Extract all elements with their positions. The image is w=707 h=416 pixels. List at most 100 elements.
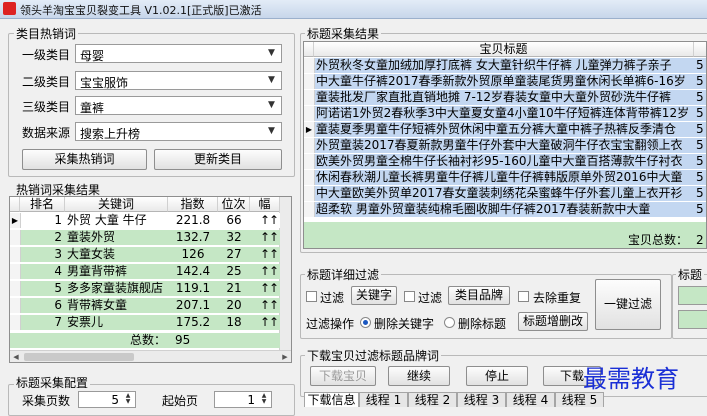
start-page-spinner[interactable]: 1 ▲ ▼ bbox=[214, 391, 272, 408]
hotword-row[interactable]: 2 童装外贸 132.7 32 ↑ ↑ bbox=[10, 230, 280, 245]
pages-value: 5 bbox=[111, 393, 119, 407]
title-row[interactable]: 童装批发厂家直批直销地摊 7-12岁春装女童中大童外贸砂洗牛仔裤 5 bbox=[304, 90, 706, 105]
hotword-keyword-cell: 外贸 大童 牛仔 bbox=[67, 213, 147, 227]
source-label: 数据来源 bbox=[22, 126, 71, 140]
continue-button[interactable]: 继续 bbox=[388, 366, 450, 386]
hotword-keyword-cell: 童装外贸 bbox=[67, 230, 116, 244]
delete-keyword-radio[interactable] bbox=[360, 317, 371, 328]
hotword-pos-cell: 27 bbox=[226, 247, 242, 261]
title-cell: 超柔软 男童外贸童装纯棉毛圈收脚牛仔裤2017春装新款中大童 bbox=[316, 202, 651, 216]
hotwords-total-value: 95 bbox=[175, 333, 191, 347]
tab-download-info[interactable]: 下载信息 bbox=[304, 392, 359, 407]
hotword-row[interactable]: ▶ 1 外贸 大童 牛仔 221.8 66 ↑ ↑ bbox=[10, 213, 280, 228]
side-field-2[interactable] bbox=[678, 310, 707, 329]
current-row-arrow-icon: ▶ bbox=[304, 122, 315, 137]
title-row[interactable]: 外贸童装2017春夏新款男童牛仔外套中大童破洞牛仔衣宝宝翻领上衣 5 bbox=[304, 138, 706, 153]
spinner-arrows-icon[interactable]: ▲ ▼ bbox=[258, 393, 270, 406]
hotword-rank-cell: 6 bbox=[54, 298, 62, 312]
level3-label: 三级类目 bbox=[22, 100, 71, 114]
tab-thread-5[interactable]: 线程 5 bbox=[555, 392, 604, 407]
filter1-checkbox[interactable] bbox=[306, 291, 317, 302]
tab-thread-4[interactable]: 线程 4 bbox=[506, 392, 555, 407]
col-index[interactable]: 指数 bbox=[168, 197, 218, 212]
category-group-label: 类目热销词 bbox=[14, 25, 79, 42]
hotwords-hscroll[interactable]: ◀ ▶ bbox=[10, 350, 291, 362]
title-row[interactable]: 超柔软 男童外贸童装纯棉毛圈收脚牛仔裤2017春装新款中大童 5 bbox=[304, 202, 706, 217]
side-group-label: 标题 bbox=[676, 266, 705, 283]
col-title[interactable]: 宝贝标题 bbox=[314, 42, 694, 57]
download-group-label: 下载宝贝过滤标题品牌词 bbox=[305, 347, 442, 364]
level3-select[interactable]: 童裤 ▼ bbox=[75, 96, 282, 115]
row-indicator bbox=[304, 74, 315, 89]
level2-select[interactable]: 宝宝服饰 ▼ bbox=[75, 71, 282, 90]
hotwords-total-row: 总数： 95 bbox=[10, 333, 280, 348]
col-position[interactable]: 位次 bbox=[218, 197, 250, 212]
level1-select[interactable]: 母婴 ▼ bbox=[75, 44, 282, 63]
col-rank[interactable]: 排名 bbox=[20, 197, 65, 212]
title-row[interactable]: ▶ 童装夏季男童牛仔短裤外贸休闲中童五分裤大童中裤子热裤反季清仓 5 bbox=[304, 122, 706, 137]
hotword-row[interactable]: 7 安票儿 175.2 18 ↑ ↑ bbox=[10, 315, 280, 330]
hotword-row[interactable]: 3 大童女装 126 27 ↑ ↑ bbox=[10, 247, 280, 262]
titles-group-label: 标题采集结果 bbox=[305, 25, 382, 42]
tab-thread-2[interactable]: 线程 2 bbox=[408, 392, 457, 407]
filter2-checkbox[interactable] bbox=[404, 291, 415, 302]
chevron-down-icon[interactable]: ▼ bbox=[264, 46, 279, 61]
chevron-down-icon[interactable]: ▼ bbox=[264, 124, 279, 139]
download-items-button[interactable]: 下载宝贝 bbox=[310, 366, 376, 386]
hotword-rank-cell: 5 bbox=[54, 281, 62, 295]
col-amplitude[interactable]: 幅 bbox=[250, 197, 280, 212]
source-select[interactable]: 搜索上升榜 ▼ bbox=[75, 122, 282, 141]
title-row[interactable]: 阿诺诺1外贸2春秋季3中大童夏女童4小童10牛仔短裤连体背带裤12岁 5 bbox=[304, 106, 706, 121]
hotwords-table[interactable]: 排名 关键词 指数 位次 幅 ▶ 1 外贸 大童 牛仔 221.8 66 ↑ ↑ 2 童装外贸 1… bbox=[9, 196, 292, 363]
title-row[interactable]: 中大童牛仔裤2017春季新款外贸原单童装尾货男童休闲长单裤6-16岁 5 bbox=[304, 74, 706, 89]
tab-thread-1[interactable]: 线程 1 bbox=[359, 392, 408, 407]
filter1-label: 过滤 bbox=[320, 291, 345, 305]
title-cell: 休闲春秋潮儿童长裤男童牛仔裤儿童牛仔裤韩版原单外贸2016中大童 bbox=[316, 170, 683, 184]
hotword-row[interactable]: 5 多多家童装旗舰店 119.1 21 ↑ ↑ bbox=[10, 281, 280, 296]
hotword-keyword-cell: 多多家童装旗舰店 bbox=[67, 281, 164, 295]
hotwords-total-label: 总数： bbox=[130, 333, 167, 347]
titles-table[interactable]: 宝贝标题 外贸秋冬女童加绒加厚打底裤 女大童针织牛仔裤 儿童弹力裤子亲子 5 中大童… bbox=[303, 41, 707, 249]
hotword-pos-cell: 18 bbox=[226, 315, 242, 329]
one-click-filter-button[interactable]: 一键过滤 bbox=[595, 279, 661, 330]
col-keyword[interactable]: 关键词 bbox=[65, 197, 168, 212]
hotword-row[interactable]: 6 背带裤女童 207.1 20 ↑ ↑ bbox=[10, 298, 280, 313]
row-indicator-header bbox=[10, 197, 20, 212]
title-row[interactable]: 欧美外贸男童全棉牛仔长袖衬衫95-160儿童中大童百搭薄款牛仔衬衣 5 bbox=[304, 154, 706, 169]
chevron-down-icon[interactable]: ▼ bbox=[264, 73, 279, 88]
hotword-index-cell: 142.4 bbox=[175, 264, 211, 278]
hotword-pos-cell: 20 bbox=[226, 298, 242, 312]
scroll-right-icon[interactable]: ▶ bbox=[279, 351, 291, 362]
scroll-left-icon[interactable]: ◀ bbox=[10, 351, 22, 362]
pages-label: 采集页数 bbox=[22, 394, 71, 408]
side-field-1[interactable] bbox=[678, 286, 707, 305]
col-edge[interactable] bbox=[694, 42, 706, 57]
spinner-arrows-icon[interactable]: ▲ ▼ bbox=[122, 393, 134, 406]
hotword-amp-cell: ↑ bbox=[268, 230, 280, 244]
tab-thread-3[interactable]: 线程 3 bbox=[457, 392, 506, 407]
update-category-button[interactable]: 更新类目 bbox=[154, 149, 282, 170]
scroll-thumb[interactable] bbox=[24, 353, 134, 361]
titles-total-value: 2 bbox=[696, 233, 704, 247]
title-edit-button[interactable]: 标题增删改 bbox=[518, 312, 588, 331]
title-row[interactable]: 外贸秋冬女童加绒加厚打底裤 女大童针织牛仔裤 儿童弹力裤子亲子 5 bbox=[304, 58, 706, 73]
stop-button[interactable]: 停止 bbox=[466, 366, 528, 386]
pages-spinner[interactable]: 5 ▲ ▼ bbox=[78, 391, 136, 408]
hotwords-vscroll[interactable] bbox=[279, 197, 291, 350]
title-cell: 童装夏季男童牛仔短裤外贸休闲中童五分裤大童中裤子热裤反季清仓 bbox=[316, 122, 677, 136]
dedupe-checkbox[interactable] bbox=[518, 291, 529, 302]
level1-label: 一级类目 bbox=[22, 48, 71, 62]
title-row[interactable]: 休闲春秋潮儿童长裤男童牛仔裤儿童牛仔裤韩版原单外贸2016中大童 5 bbox=[304, 170, 706, 185]
delete-keyword-label: 删除关键字 bbox=[374, 317, 435, 331]
title-row[interactable]: 中大童欧美外贸单2017春女童装刺绣花朵蜜蜂牛仔外套儿童上衣开衫 5 bbox=[304, 186, 706, 201]
hotword-amp-cell: ↑ bbox=[268, 298, 280, 312]
chevron-down-icon[interactable]: ▼ bbox=[264, 98, 279, 113]
category-brand-button[interactable]: 类目品牌 bbox=[448, 286, 510, 305]
title-edge-cell: 5 bbox=[696, 170, 704, 184]
delete-title-radio[interactable] bbox=[444, 317, 455, 328]
hotword-row[interactable]: 4 男童背带裤 142.4 25 ↑ ↑ bbox=[10, 264, 280, 279]
keyword-button[interactable]: 关键字 bbox=[351, 286, 397, 305]
row-indicator bbox=[304, 58, 315, 73]
collect-hotwords-button[interactable]: 采集热销词 bbox=[22, 149, 147, 170]
hotword-rank-cell: 1 bbox=[54, 213, 62, 227]
